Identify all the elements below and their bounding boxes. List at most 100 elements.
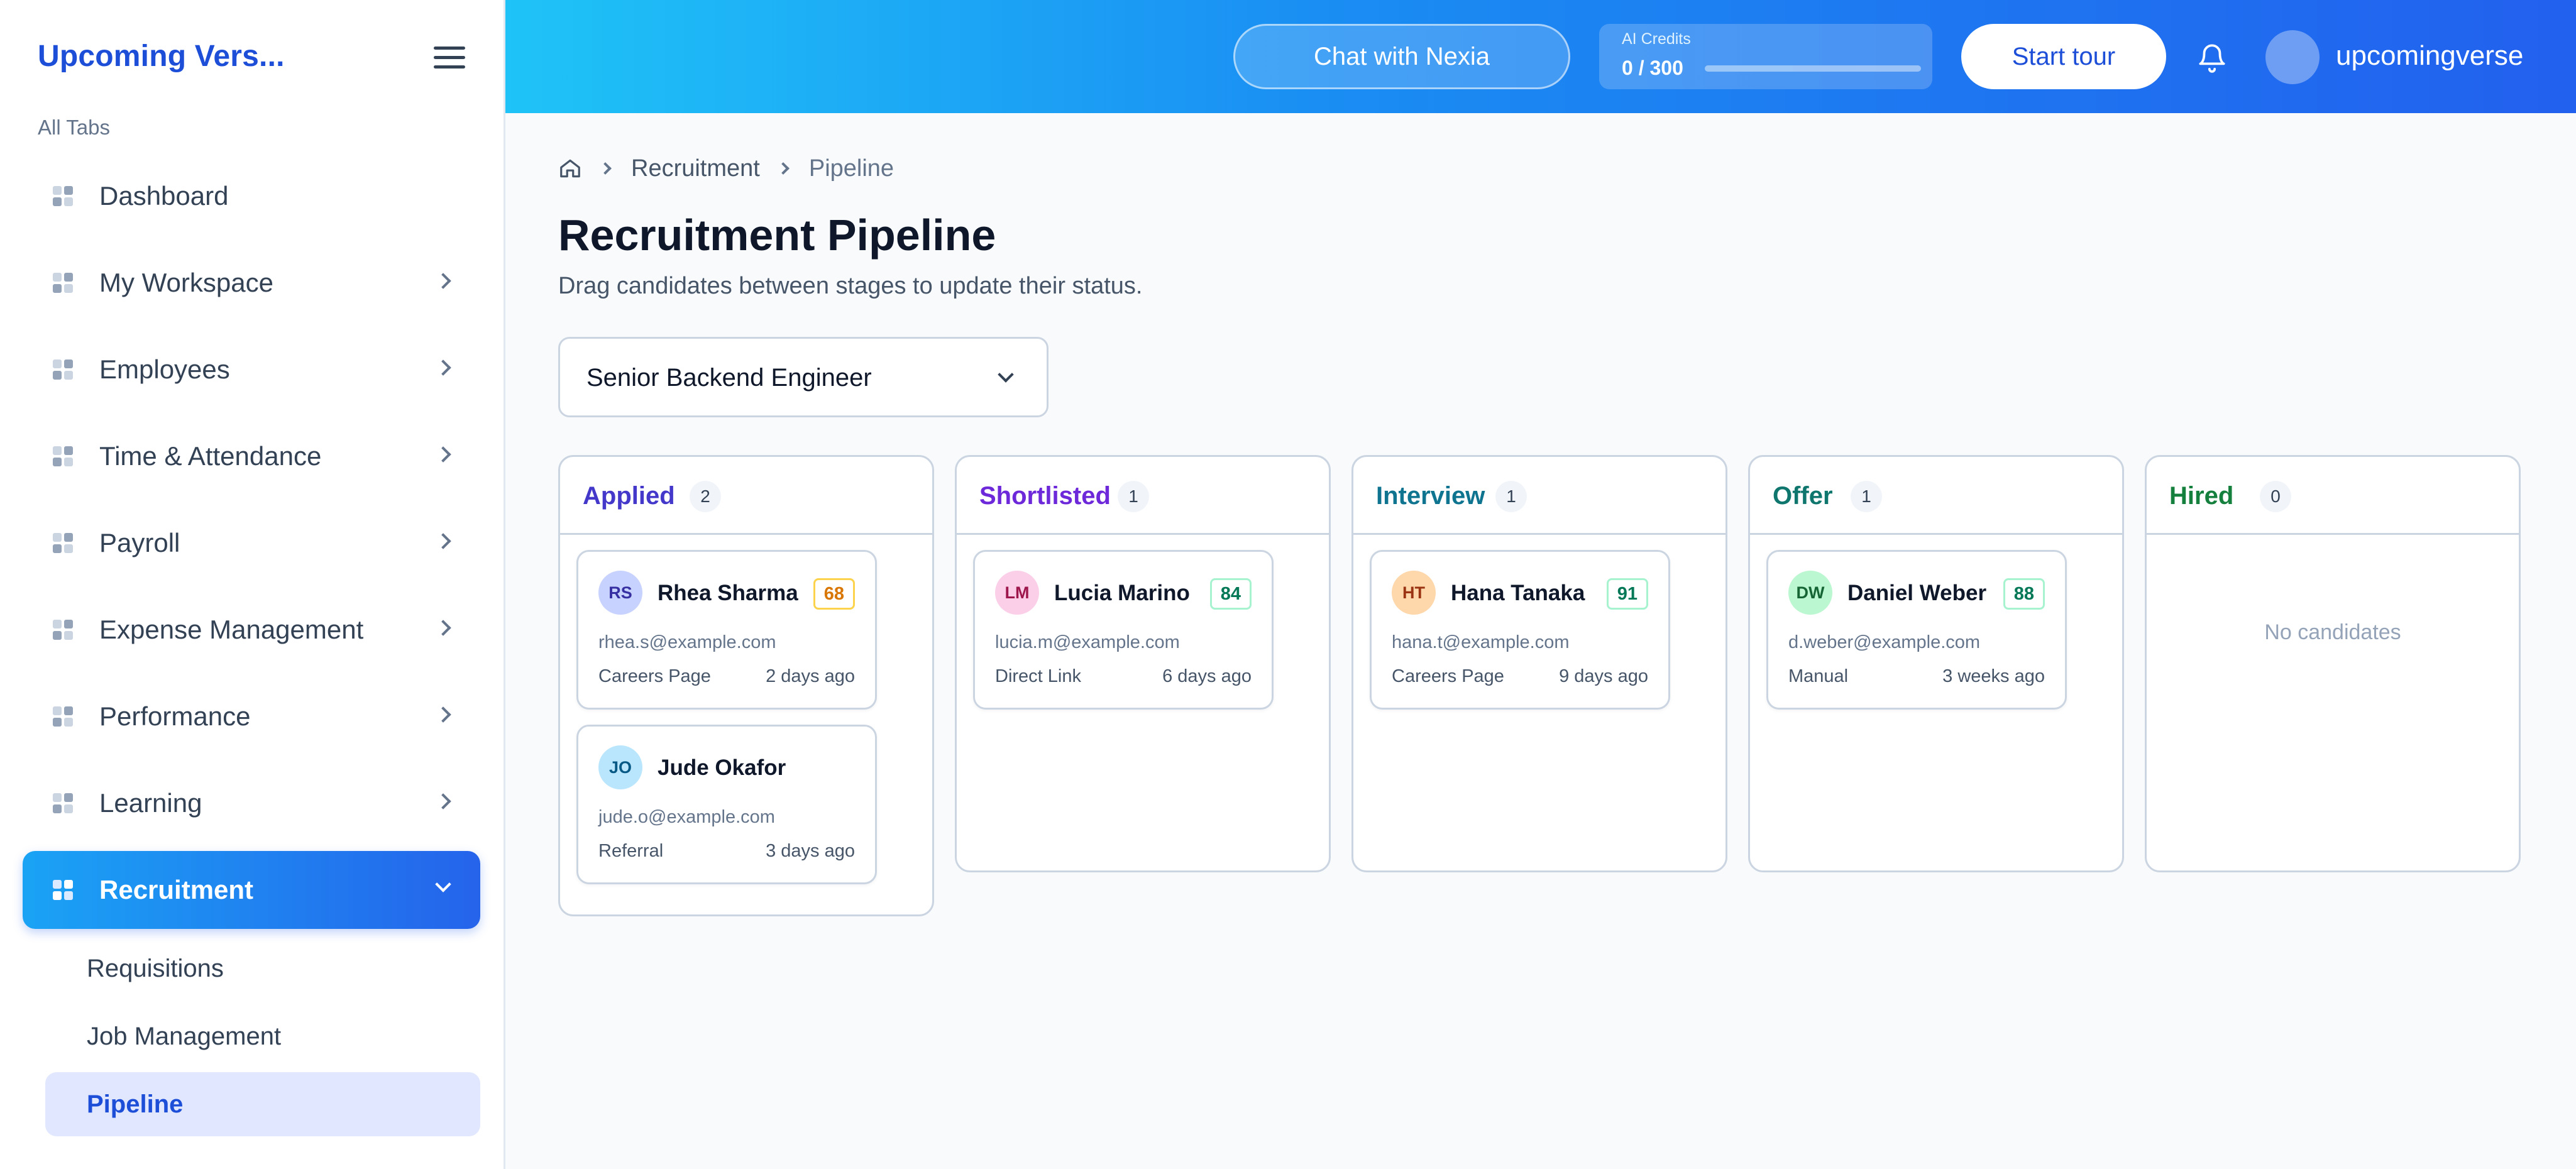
sidebar-item-label: Recruitment <box>99 875 254 904</box>
sidebar-item-label: Expense Management <box>99 615 364 644</box>
grid-icon <box>53 446 74 468</box>
candidate-name: Rhea Sharma <box>658 581 798 605</box>
column-title: Shortlisted <box>979 482 1111 510</box>
candidate-card[interactable]: RS Rhea Sharma 68 rhea.s@example.com Careers… <box>576 550 877 710</box>
column-title: Applied <box>583 482 675 510</box>
chevron-down-icon <box>998 366 1014 383</box>
pipeline-column-4[interactable]: Hired 0 No candidates <box>2145 455 2521 872</box>
sidebar-item-label: Performance <box>99 701 251 731</box>
chevron-right-icon <box>435 446 451 463</box>
chevron-right-icon <box>776 162 790 175</box>
pipeline-column-1[interactable]: Shortlisted 1 LM Lucia Marino 84 lucia.m@exam… <box>955 455 1331 872</box>
breadcrumb: Recruitment Pipeline <box>558 151 894 186</box>
candidate-card[interactable]: DW Daniel Weber 88 d.weber@example.com Manua… <box>1766 550 2067 710</box>
candidate-source: Manual <box>1788 666 1849 686</box>
column-count-badge: 0 <box>2260 481 2291 512</box>
candidate-applied-time: 3 weeks ago <box>1942 666 2045 686</box>
page-title: Recruitment Pipeline <box>558 211 996 260</box>
sidebar-item-label: Employees <box>99 354 230 384</box>
pipeline-column-3[interactable]: Offer 1 DW Daniel Weber 88 d.weber@example.co… <box>1748 455 2124 872</box>
home-icon[interactable] <box>558 156 582 180</box>
sidebar-item-payroll[interactable]: Payroll <box>23 504 480 582</box>
job-select[interactable]: Senior Backend Engineer <box>558 337 1049 417</box>
sidebar-item-label: Time & Attendance <box>99 441 322 471</box>
username[interactable]: upcomingverse <box>2336 40 2523 72</box>
chat-with-nexia-button[interactable]: Chat with Nexia <box>1233 24 1570 89</box>
candidate-source: Careers Page <box>1392 666 1504 686</box>
start-tour-button[interactable]: Start tour <box>1961 24 2166 89</box>
grid-icon <box>53 706 74 728</box>
sidebar-item-label: Learning <box>99 788 202 818</box>
column-title: Interview <box>1376 482 1485 510</box>
sidebar-item-expense-management[interactable]: Expense Management <box>23 591 480 669</box>
column-header: Hired 0 <box>2147 457 2519 535</box>
sidebar-subitem-job-management[interactable]: Job Management <box>45 1004 480 1068</box>
candidate-applied-time: 3 days ago <box>766 841 855 861</box>
sidebar-item-employees[interactable]: Employees <box>23 331 480 409</box>
brand-name[interactable]: Upcoming Vers... <box>38 39 285 74</box>
candidate-avatar: RS <box>598 571 642 615</box>
sidebar-section-label: All Tabs <box>38 116 110 139</box>
sidebar-item-label: Payroll <box>99 528 180 557</box>
candidate-card[interactable]: HT Hana Tanaka 91 hana.t@example.com Careers… <box>1370 550 1670 710</box>
ai-credits-progress-bar <box>1705 65 1921 72</box>
sidebar-item-time-attendance[interactable]: Time & Attendance <box>23 417 480 495</box>
column-empty-state: No candidates <box>2264 620 2401 644</box>
sidebar-item-recruitment[interactable]: Recruitment <box>23 851 480 929</box>
sidebar-subitem-label: Requisitions <box>87 954 224 982</box>
candidate-score-badge: 91 <box>1606 578 1648 610</box>
chevron-down-icon <box>435 876 451 892</box>
sidebar-item-label: Dashboard <box>99 181 229 211</box>
candidate-email: rhea.s@example.com <box>598 632 776 652</box>
sidebar-subitem-label: Pipeline <box>87 1090 184 1118</box>
page-subtitle: Drag candidates between stages to update… <box>558 273 1143 299</box>
sidebar-item-label: My Workspace <box>99 268 273 297</box>
breadcrumb-recruitment[interactable]: Recruitment <box>631 155 760 182</box>
grid-icon <box>53 793 74 815</box>
sidebar-item-performance[interactable]: Performance <box>23 678 480 755</box>
chevron-right-icon <box>435 359 451 376</box>
sidebar-subitem-requisitions[interactable]: Requisitions <box>45 936 480 1001</box>
chevron-right-icon <box>435 620 451 636</box>
candidate-score-badge: 68 <box>813 578 855 610</box>
grid-icon <box>53 533 74 554</box>
ai-credits-widget[interactable]: AI Credits 0 / 300 <box>1599 24 1932 89</box>
column-count-badge: 2 <box>690 481 721 512</box>
candidate-card[interactable]: LM Lucia Marino 84 lucia.m@example.com Direc… <box>973 550 1274 710</box>
grid-icon <box>53 880 74 901</box>
pipeline-column-0[interactable]: Applied 2 RS Rhea Sharma 68 rhea.s@example.co… <box>558 455 934 916</box>
column-count-badge: 1 <box>1495 481 1527 512</box>
column-title: Hired <box>2169 482 2234 510</box>
candidate-applied-time: 9 days ago <box>1559 666 1648 686</box>
bell-icon[interactable] <box>2196 40 2228 74</box>
candidate-avatar: HT <box>1392 571 1436 615</box>
sidebar-item-my-workspace[interactable]: My Workspace <box>23 244 480 322</box>
candidate-name: Jude Okafor <box>658 755 786 780</box>
candidate-applied-time: 6 days ago <box>1162 666 1252 686</box>
sidebar-item-dashboard[interactable]: Dashboard <box>23 157 480 235</box>
candidate-email: jude.o@example.com <box>598 807 775 827</box>
candidate-avatar: JO <box>598 745 642 789</box>
menu-toggle-icon[interactable] <box>434 47 465 69</box>
candidate-card[interactable]: JO Jude Okafor jude.o@example.com Referral 3… <box>576 725 877 884</box>
column-count-badge: 1 <box>1851 481 1882 512</box>
column-header: Applied 2 <box>560 457 932 535</box>
chevron-right-icon <box>435 793 451 810</box>
sidebar-item-learning[interactable]: Learning <box>23 764 480 842</box>
top-bar: Chat with Nexia AI Credits 0 / 300 Start… <box>505 0 2576 113</box>
user-avatar[interactable] <box>2265 30 2320 84</box>
candidate-source: Careers Page <box>598 666 711 686</box>
chevron-right-icon <box>599 162 612 175</box>
candidate-email: d.weber@example.com <box>1788 632 1981 652</box>
chevron-right-icon <box>435 273 451 289</box>
sidebar-subitem-pipeline[interactable]: Pipeline <box>45 1072 480 1136</box>
grid-icon <box>53 620 74 641</box>
sidebar: Upcoming Vers... All Tabs Dashboard My W… <box>0 0 505 1169</box>
column-header: Interview 1 <box>1353 457 1726 535</box>
pipeline-column-2[interactable]: Interview 1 HT Hana Tanaka 91 hana.t@example.… <box>1351 455 1727 872</box>
sidebar-subitem-label: Job Management <box>87 1022 282 1050</box>
column-title: Offer <box>1773 482 1833 510</box>
column-header: Offer 1 <box>1750 457 2122 535</box>
breadcrumb-pipeline: Pipeline <box>808 155 894 182</box>
candidate-email: lucia.m@example.com <box>995 632 1180 652</box>
